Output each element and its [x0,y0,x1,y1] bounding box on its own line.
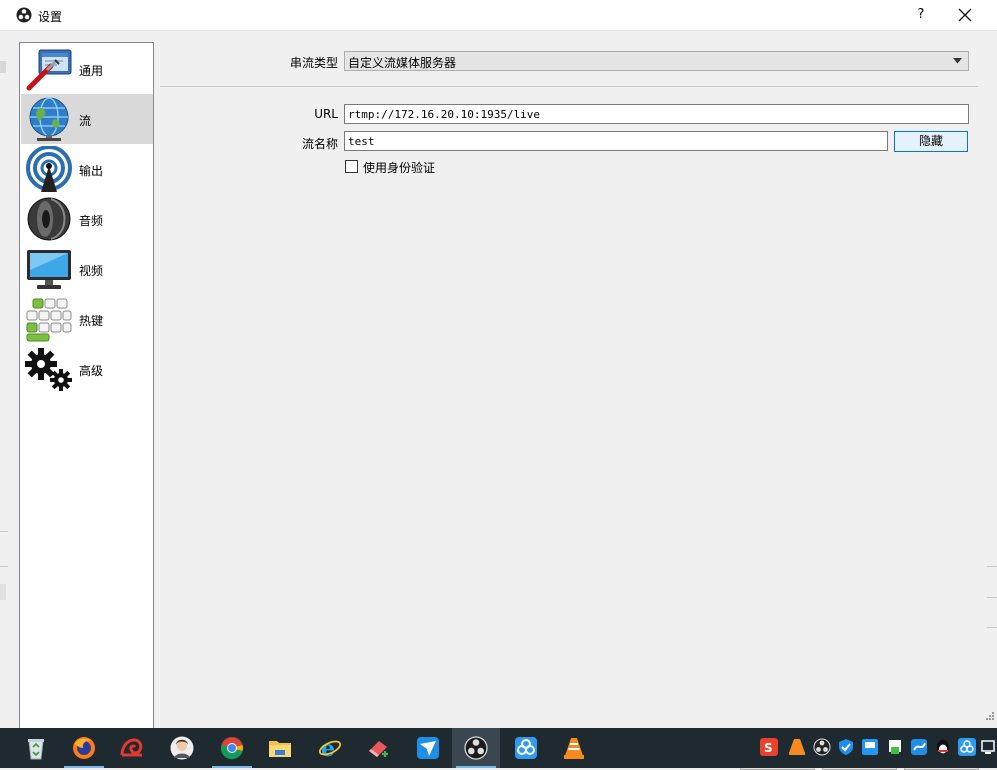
taskbar-app-eraser[interactable] [354,728,402,768]
use-auth-checkbox[interactable] [345,160,358,173]
netdisk-tray-icon[interactable] [958,738,976,756]
sidebar-item-general[interactable]: 通用 [21,44,153,94]
taskbar-app-obs[interactable] [452,728,500,768]
sidebar-item-label: 输出 [79,164,104,178]
chevron-down-icon [953,58,962,64]
section-divider [160,86,978,87]
network-green-icon[interactable] [886,738,904,756]
monitor-icon [27,250,71,289]
taskbar-app-ie[interactable]: e [306,728,354,768]
sidebar-item-label: 视频 [79,264,104,278]
firefox-icon [73,737,95,759]
taskbar-app-recycle-bin[interactable] [12,728,60,768]
globe-network-icon [29,97,69,141]
baidu-netdisk-icon [515,737,537,759]
file-explorer-icon [269,741,291,757]
sidebar-item-label: 高级 [79,364,104,378]
window-title: 设置 [38,10,63,24]
feishu-icon [417,737,439,759]
hide-key-button[interactable]: 隐藏 [894,131,968,152]
taskbar-app-vlc[interactable] [550,728,598,768]
taskbar-app-feishu[interactable] [404,728,452,768]
ie-icon: e [318,736,342,760]
close-button[interactable] [951,3,979,27]
svg-text:e: e [321,736,335,760]
vlc-tray-icon[interactable] [788,738,806,756]
tray-blue-icon[interactable] [910,738,928,756]
obs-icon [464,736,488,760]
security-shield-icon[interactable] [837,738,855,756]
sidebar-item-hotkeys[interactable]: 热键 [21,294,153,344]
monitor-tray-icon[interactable] [981,738,995,756]
close-icon [958,8,972,22]
vlc-icon [564,738,584,759]
sidebar-item-label: 音频 [79,214,104,228]
gears-icon [25,348,72,391]
url-label: URL [314,107,338,121]
eraser-app-icon [369,741,388,757]
obs-logo-icon [16,7,32,23]
chrome-icon [220,737,243,760]
svg-text:S: S [764,741,773,755]
keyboard-keys-icon [26,298,72,342]
sidebar-item-output[interactable]: 输出 [21,144,153,194]
taskbar-app-chrome[interactable] [208,728,256,768]
taskbar-app-snail[interactable] [108,728,156,768]
stream-key-input[interactable] [344,131,888,151]
qq-icon[interactable] [934,738,952,756]
recycle-bin-icon [28,739,44,760]
sogou-input-icon[interactable]: S [760,738,778,756]
sidebar-item-stream[interactable]: 流 [21,94,153,144]
taskbar-app-firefox[interactable] [60,728,108,768]
resize-grip-icon[interactable] [984,710,994,720]
background-window-edge-right [987,31,997,728]
tray-app-icon[interactable] [861,738,879,756]
stream-type-dropdown[interactable]: 自定义流媒体服务器 [344,51,969,71]
sidebar-item-advanced[interactable]: 高级 [21,344,153,394]
use-auth-label: 使用身份验证 [363,161,436,175]
background-window-edge-left [0,31,8,728]
taskbar-app-netdisk[interactable] [502,728,550,768]
url-input[interactable] [344,104,969,124]
sidebar-item-label: 流 [79,114,92,128]
obs-tray-icon[interactable] [813,738,831,756]
sidebar-item-video[interactable]: 视频 [21,244,153,294]
taskbar-app-explorer[interactable] [256,728,304,768]
speaker-icon [27,197,71,241]
user-avatar-icon [170,736,194,760]
stream-type-label: 串流类型 [289,56,338,70]
taskbar-app-user[interactable] [158,728,206,768]
snail-app-icon [120,738,143,757]
sidebar-item-label: 热键 [79,314,104,328]
title-bar: 设置 ? [0,0,997,31]
settings-sidebar: 通用 流 输出 音频 视频 热键 高级 [19,42,154,740]
stream-type-value: 自定义流媒体服务器 [348,56,457,70]
windows-taskbar: e S [0,728,997,768]
broadcast-antenna-icon [26,146,72,192]
sidebar-item-label: 通用 [79,64,104,78]
sidebar-item-audio[interactable]: 音频 [21,194,153,244]
general-settings-icon [26,49,72,91]
stream-key-label: 流名称 [301,137,338,151]
help-button[interactable]: ? [907,4,935,26]
